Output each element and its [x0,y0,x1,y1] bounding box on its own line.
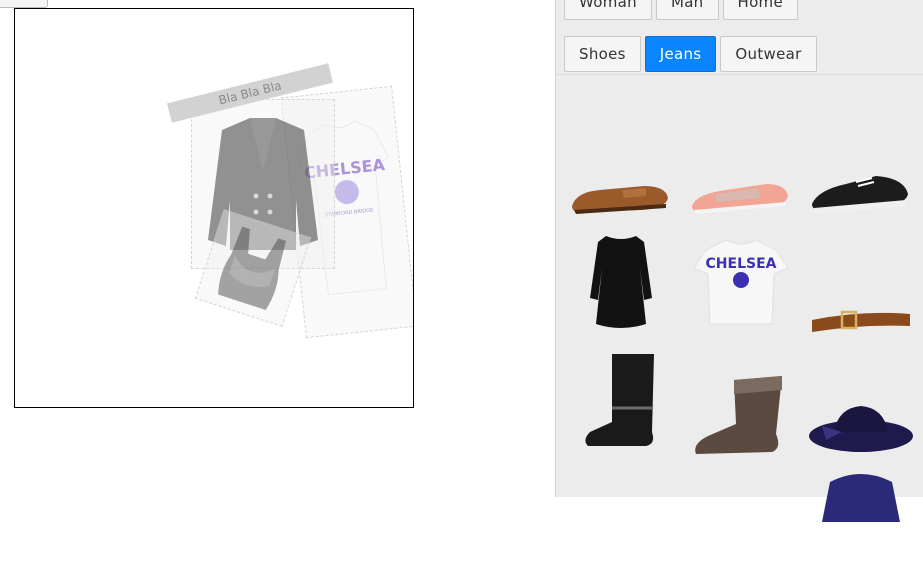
product-black-dress[interactable] [566,228,676,338]
product-black-boot[interactable] [566,348,676,458]
category-tabs-main: Woman Man Home [564,0,798,20]
tab-woman[interactable]: Woman [564,0,652,20]
product-brown-belt[interactable] [806,266,916,376]
product-navy-top[interactable] [806,462,916,572]
thumb-tshirt-print: CHELSEA [706,256,777,272]
tab-shoes[interactable]: Shoes [564,36,641,72]
tab-outwear[interactable]: Outwear [720,36,817,72]
tab-jeans[interactable]: Jeans [644,36,717,72]
category-tabs-sub: Shoes Jeans Outwear [564,36,817,72]
tab-home[interactable]: Home [722,0,798,20]
product-black-sneaker[interactable] [806,140,916,250]
product-chelsea-tshirt[interactable]: CHELSEA [686,232,796,342]
product-brown-ankle-boot[interactable] [686,364,796,474]
tab-man[interactable]: Man [655,0,719,20]
product-panel: Woman Man Home Shoes Jeans Outwear CHELS… [555,0,923,522]
tab-divider [556,74,923,75]
top-stub-button[interactable] [0,0,48,8]
outfit-canvas[interactable]: CHELSEA STAMFORD BRIDGE Bla Bla Bla [14,8,414,408]
